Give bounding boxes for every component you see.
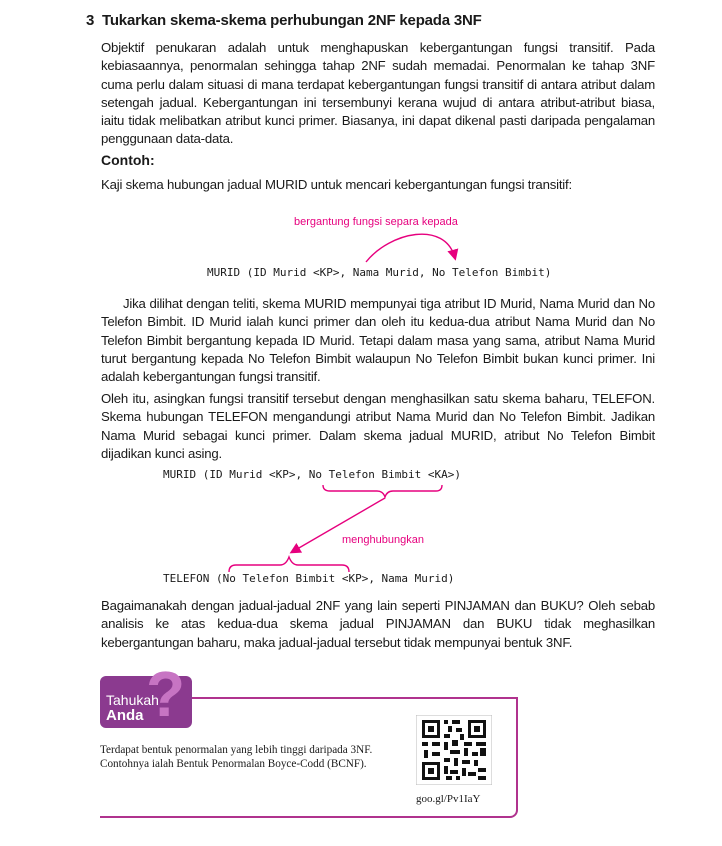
info-note: Terdapat bentuk penormalan yang lebih ti… (100, 744, 373, 770)
info-badge-label-line1: Tahukah (106, 692, 159, 708)
link-arrow (289, 497, 386, 554)
dependency-arrow (365, 233, 459, 263)
bottom-brace (228, 555, 350, 573)
info-badge-label-line2: Anda (106, 707, 144, 724)
qr-code-icon[interactable] (416, 715, 492, 785)
qr-link[interactable]: goo.gl/Pv1IaY (416, 793, 480, 805)
closing-paragraph: Bagaimanakah dengan jadual-jadual 2NF ya… (101, 598, 655, 650)
top-brace (322, 484, 443, 500)
